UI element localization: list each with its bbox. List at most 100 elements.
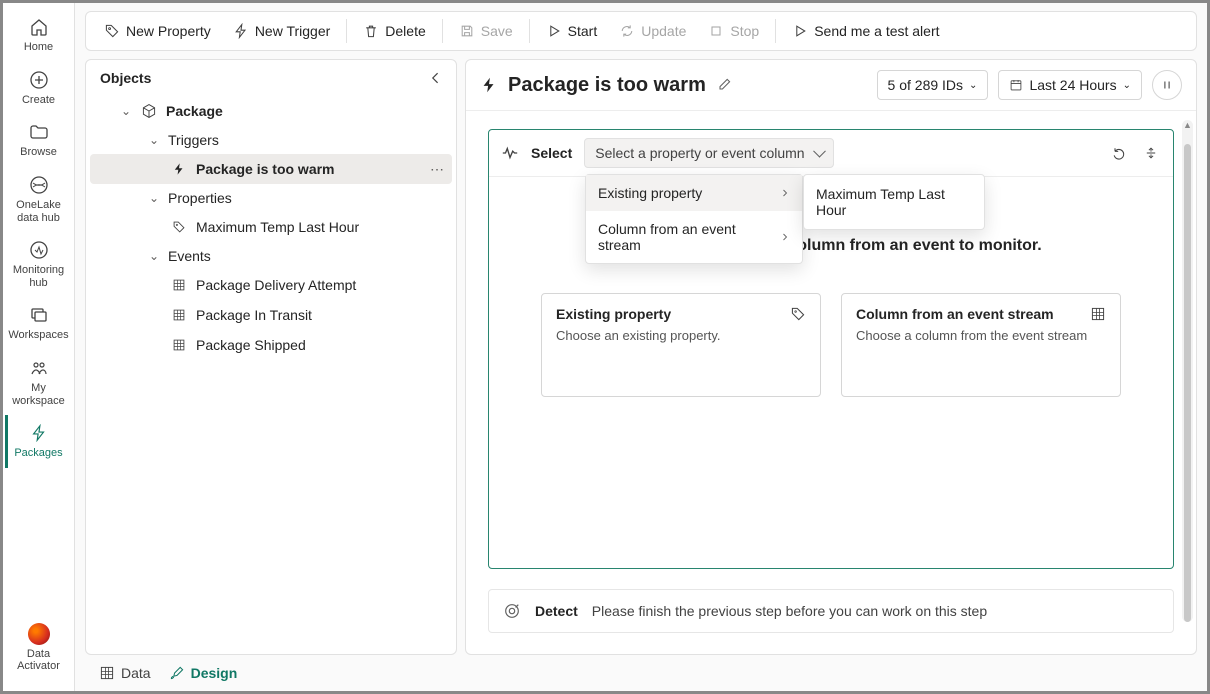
content-body: Select Select a property or event column: [466, 111, 1196, 654]
home-icon: [27, 15, 51, 39]
time-selector[interactable]: Last 24 Hours ⌄: [998, 70, 1142, 100]
bolt-icon: [27, 421, 51, 445]
chevron-right-icon: [780, 232, 790, 242]
bolt-filled-icon: [170, 160, 188, 178]
rail-my-workspace[interactable]: My workspace: [7, 350, 71, 415]
menu-existing-property[interactable]: Existing property: [586, 175, 802, 211]
chevron-down-icon: ⌄: [969, 80, 977, 91]
refresh-icon: [619, 23, 635, 39]
tree-event-item[interactable]: Package Shipped: [90, 330, 452, 360]
rail-label: Monitoring hub: [7, 264, 71, 289]
scroll-thumb[interactable]: [1184, 144, 1191, 622]
waveform-icon: [501, 144, 519, 162]
card-column-event-stream[interactable]: Column from an event stream Choose a col…: [841, 293, 1121, 397]
rail-label: Workspaces: [8, 329, 68, 342]
send-test-alert-button[interactable]: Send me a test alert: [782, 17, 949, 45]
select-property-dropdown[interactable]: Select a property or event column: [584, 138, 833, 168]
tag-icon: [170, 218, 188, 236]
bolt-icon: [233, 23, 249, 39]
tag-icon: [104, 23, 120, 39]
chevron-down-icon: ⌄: [148, 133, 160, 147]
new-property-button[interactable]: New Property: [94, 17, 221, 45]
menu-column-from-stream[interactable]: Column from an event stream: [586, 211, 802, 263]
tree-event-item[interactable]: Package In Transit: [90, 300, 452, 330]
tree-events[interactable]: ⌄ Events: [90, 242, 452, 270]
select-step-label: Select: [531, 145, 572, 161]
rail-create[interactable]: Create: [7, 62, 71, 115]
bolt-filled-icon: [480, 76, 498, 94]
rail-home[interactable]: Home: [7, 9, 71, 62]
rail-label: Home: [24, 41, 53, 54]
collapse-vertical-icon[interactable]: [1141, 143, 1161, 163]
content-header: Package is too warm 5 of 289 IDs ⌄: [466, 60, 1196, 111]
rail-label: Data Activator: [7, 648, 71, 673]
rail-label: My workspace: [7, 382, 71, 407]
pause-button[interactable]: [1152, 70, 1182, 100]
new-trigger-button[interactable]: New Trigger: [223, 17, 340, 45]
grid-icon: [99, 665, 115, 681]
workspaces-icon: [27, 303, 51, 327]
objects-panel: Objects ⌄ Package ⌄ Trigg: [85, 59, 457, 655]
select-step-card: Select Select a property or event column: [488, 129, 1174, 569]
footer-tab-data[interactable]: Data: [99, 665, 151, 681]
my-workspace-icon: [27, 356, 51, 380]
tree-property-item[interactable]: Maximum Temp Last Hour: [90, 212, 452, 242]
rail-label: Create: [22, 94, 55, 107]
update-button: Update: [609, 17, 696, 45]
plus-circle-icon: [27, 68, 51, 92]
edit-icon[interactable]: [716, 77, 732, 93]
rail-packages[interactable]: Packages: [5, 415, 69, 468]
stop-icon: [708, 23, 724, 39]
card-existing-property[interactable]: Existing property Choose an existing pro…: [541, 293, 821, 397]
rail-monitoring[interactable]: Monitoring hub: [7, 232, 71, 297]
undo-icon[interactable]: [1109, 143, 1129, 163]
rail-label: OneLake data hub: [7, 199, 71, 224]
detect-label: Detect: [535, 603, 578, 619]
brush-icon: [169, 665, 185, 681]
tree-package[interactable]: ⌄ Package: [90, 96, 452, 126]
tree-event-item[interactable]: Package Delivery Attempt: [90, 270, 452, 300]
grid-icon: [1090, 306, 1106, 322]
trash-icon: [363, 23, 379, 39]
calendar-icon: [1009, 78, 1023, 92]
delete-button[interactable]: Delete: [353, 17, 435, 45]
rail-browse[interactable]: Browse: [7, 114, 71, 167]
app-root: Home Create Browse OneLake data hub Moni…: [3, 3, 1207, 691]
tag-icon: [790, 306, 806, 322]
rail-data-activator[interactable]: Data Activator: [7, 616, 71, 681]
select-dropdown-menu: Existing property Column from an event s…: [585, 174, 803, 264]
page-title: Package is too warm: [508, 74, 706, 97]
scroll-up-icon: ▲: [1182, 120, 1193, 130]
collapse-panel-icon[interactable]: [428, 70, 444, 86]
tree-trigger-item[interactable]: Package is too warm ⋯: [90, 154, 452, 184]
target-icon: [503, 602, 521, 620]
ids-selector[interactable]: 5 of 289 IDs ⌄: [877, 70, 989, 100]
more-icon[interactable]: ⋯: [430, 161, 444, 178]
save-button: Save: [449, 17, 523, 45]
submenu-max-temp[interactable]: Maximum Temp Last Hour: [804, 177, 984, 227]
detect-hint: Please finish the previous step before y…: [592, 603, 987, 619]
stop-button: Stop: [698, 17, 769, 45]
cube-icon: [140, 102, 158, 120]
folder-icon: [27, 120, 51, 144]
start-button[interactable]: Start: [536, 17, 608, 45]
save-icon: [459, 23, 475, 39]
rail-label: Browse: [20, 146, 57, 159]
scrollbar[interactable]: ▲: [1182, 120, 1193, 622]
content-panel: Package is too warm 5 of 289 IDs ⌄: [465, 59, 1197, 655]
tree-properties[interactable]: ⌄ Properties: [90, 184, 452, 212]
rail-workspaces[interactable]: Workspaces: [7, 297, 71, 350]
object-tree: ⌄ Package ⌄ Triggers Packa: [86, 92, 456, 370]
select-bar: Select Select a property or event column: [489, 130, 1173, 177]
chevron-down-icon: ⌄: [1123, 80, 1131, 91]
play-outline-icon: [792, 23, 808, 39]
top-toolbar: New Property New Trigger Delete S: [85, 11, 1197, 51]
chevron-down-icon: ⌄: [148, 249, 160, 263]
rail-label: Packages: [14, 447, 62, 460]
data-activator-icon: [27, 622, 51, 646]
rail-onelake[interactable]: OneLake data hub: [7, 167, 71, 232]
tree-triggers[interactable]: ⌄ Triggers: [90, 126, 452, 154]
body-split: Objects ⌄ Package ⌄ Trigg: [85, 59, 1197, 655]
footer-tab-design[interactable]: Design: [169, 665, 238, 681]
grid-icon: [170, 276, 188, 294]
